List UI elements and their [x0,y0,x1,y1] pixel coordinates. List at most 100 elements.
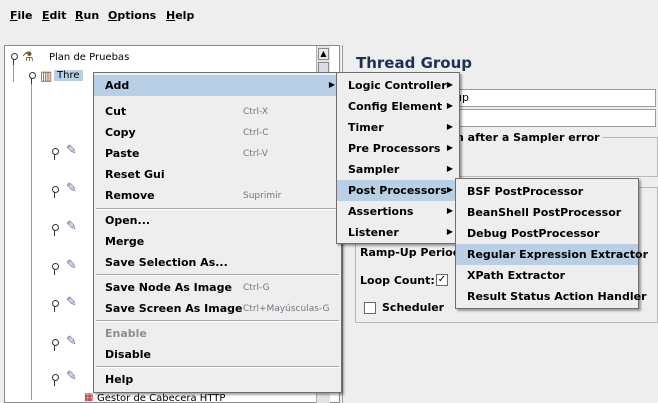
menu-item-post-processors[interactable]: Post Processors ▶ [337,180,459,201]
menu-item-label: Reset Gui [105,168,165,181]
loop-forever-checkbox[interactable]: ✓ [436,274,448,286]
menu-item-copy[interactable]: Copy Ctrl-C [94,122,341,143]
thread-group-icon: ▥ [40,69,53,84]
submenu-arrow-icon: ▶ [328,80,335,89]
menu-item-timer[interactable]: Timer ▶ [337,117,459,138]
menu-item-listener[interactable]: Listener ▶ [337,222,459,243]
menu-item-label: Disable [105,348,151,361]
rampup-label: Ramp-Up Period [360,246,461,259]
menu-item-help[interactable]: Help [94,369,341,390]
menu-item-label: Remove [105,189,155,202]
tree-toggle-icon[interactable] [50,339,62,351]
scheduler-label: Scheduler [382,301,445,314]
sampler-error-label: n after a Sampler error [456,131,602,144]
tree-toggle-icon[interactable] [50,374,62,386]
menu-item-reset-gui[interactable]: Reset Gui [94,164,341,185]
submenu-arrow-icon: ▶ [446,206,453,215]
submenu-arrow-icon: ▶ [446,143,453,152]
tree-toggle-icon[interactable] [50,300,62,312]
menu-item-enable[interactable]: Enable [94,323,341,344]
tree-item-test-plan[interactable]: Plan de Pruebas [49,52,129,63]
menu-item-label: Save Selection As... [105,256,228,269]
tree-item-thread-group[interactable]: Thre [54,70,83,81]
menu-item-label: Enable [105,327,147,340]
submenu-arrow-icon: ▶ [446,80,453,89]
menu-shortcut: Ctrl-V [243,149,268,159]
submenu-arrow-icon: ▶ [446,122,453,131]
menu-item-label: Assertions [348,205,414,218]
sampler-icon: ✎ [66,295,77,310]
menu-item-label: Timer [348,121,384,134]
header-manager-icon: ▦ [84,392,94,403]
menu-item-merge[interactable]: Merge [94,231,341,252]
menu-item-add[interactable]: Add ▶ [94,75,341,96]
menu-item-bsf-postprocessor[interactable]: BSF PostProcessor [456,181,638,202]
menu-item-save-selection-as[interactable]: Save Selection As... [94,252,341,273]
menu-separator [96,320,339,322]
menu-item-regular-expression-extractor[interactable]: Regular Expression Extractor [456,244,648,265]
menu-shortcut: Suprimir [243,191,282,201]
menu-shortcut: Ctrl-X [243,107,268,117]
menu-file[interactable]: File [10,9,33,22]
menu-item-logic-controller[interactable]: Logic Controller ▶ [337,75,459,96]
sampler-icon: ✎ [66,181,77,196]
tree-toggle-icon[interactable] [50,148,62,160]
menu-item-beanshell-postprocessor[interactable]: BeanShell PostProcessor [456,202,638,223]
menu-item-label: Logic Controller [348,79,447,92]
menu-item-label: Paste [105,147,140,160]
scroll-up-icon[interactable]: ▲ [318,48,329,60]
tree-line [31,82,32,400]
menu-item-paste[interactable]: Paste Ctrl-V [94,143,341,164]
menu-separator [96,274,339,276]
menu-item-config-element[interactable]: Config Element ▶ [337,96,459,117]
comments-field[interactable] [452,109,656,127]
menu-options[interactable]: Options [108,9,156,22]
panel-title: Thread Group [356,54,472,72]
menu-item-label: Config Element [348,100,443,113]
sampler-icon: ✎ [66,334,77,349]
menu-bar: File Edit Run Options Help [0,0,658,28]
menu-shortcut: Ctrl+Mayúsculas-G [243,304,330,314]
menu-item-label: XPath Extractor [467,269,566,282]
tree-line [13,62,14,82]
menu-separator [96,366,339,368]
menu-item-disable[interactable]: Disable [94,344,341,365]
scheduler-checkbox[interactable] [364,302,376,314]
menu-item-label: Result Status Action Handler [467,290,647,303]
menu-item-open[interactable]: Open... [94,210,341,231]
menu-item-xpath-extractor[interactable]: XPath Extractor [456,265,638,286]
menu-edit[interactable]: Edit [42,9,66,22]
post-processors-submenu: BSF PostProcessor BeanShell PostProcesso… [455,178,648,309]
menu-item-result-status-action-handler[interactable]: Result Status Action Handler [456,286,647,307]
menu-item-label: Sampler [348,163,400,176]
menu-item-cut[interactable]: Cut Ctrl-X [94,101,341,122]
menu-item-save-screen-as-image[interactable]: Save Screen As Image Ctrl+Mayúsculas-G [94,298,341,319]
tree-toggle-icon[interactable] [50,263,62,275]
submenu-arrow-icon: ▶ [446,227,453,236]
name-field[interactable]: up [452,89,656,107]
sampler-icon: ✎ [66,369,77,384]
menu-item-debug-postprocessor[interactable]: Debug PostProcessor [456,223,638,244]
menu-help[interactable]: Help [166,9,194,22]
menu-item-assertions[interactable]: Assertions ▶ [337,201,459,222]
tree-toggle-icon[interactable] [27,72,39,84]
tree-toggle-icon[interactable] [50,224,62,236]
sampler-icon: ✎ [66,219,77,234]
menu-item-label: Debug PostProcessor [467,227,600,240]
sampler-icon: ✎ [66,258,77,273]
menu-item-label: BSF PostProcessor [467,185,584,198]
menu-item-label: Merge [105,235,145,248]
submenu-arrow-icon: ▶ [446,164,453,173]
test-plan-icon: ⚗ [22,50,34,65]
menu-item-pre-processors[interactable]: Pre Processors ▶ [337,138,459,159]
tree-toggle-icon[interactable] [50,186,62,198]
menu-item-remove[interactable]: Remove Suprimir [94,185,341,206]
menu-shortcut: Ctrl-C [243,128,269,138]
menu-run[interactable]: Run [75,9,99,22]
tree-toggle-icon[interactable] [9,53,21,65]
menu-item-save-node-as-image[interactable]: Save Node As Image Ctrl-G [94,277,341,298]
menu-item-label: Add [105,79,130,92]
tree-item-header-manager[interactable]: Gestor de Cabecera HTTP [97,393,225,403]
menu-item-sampler[interactable]: Sampler ▶ [337,159,459,180]
menu-item-label: Save Screen As Image [105,302,243,315]
